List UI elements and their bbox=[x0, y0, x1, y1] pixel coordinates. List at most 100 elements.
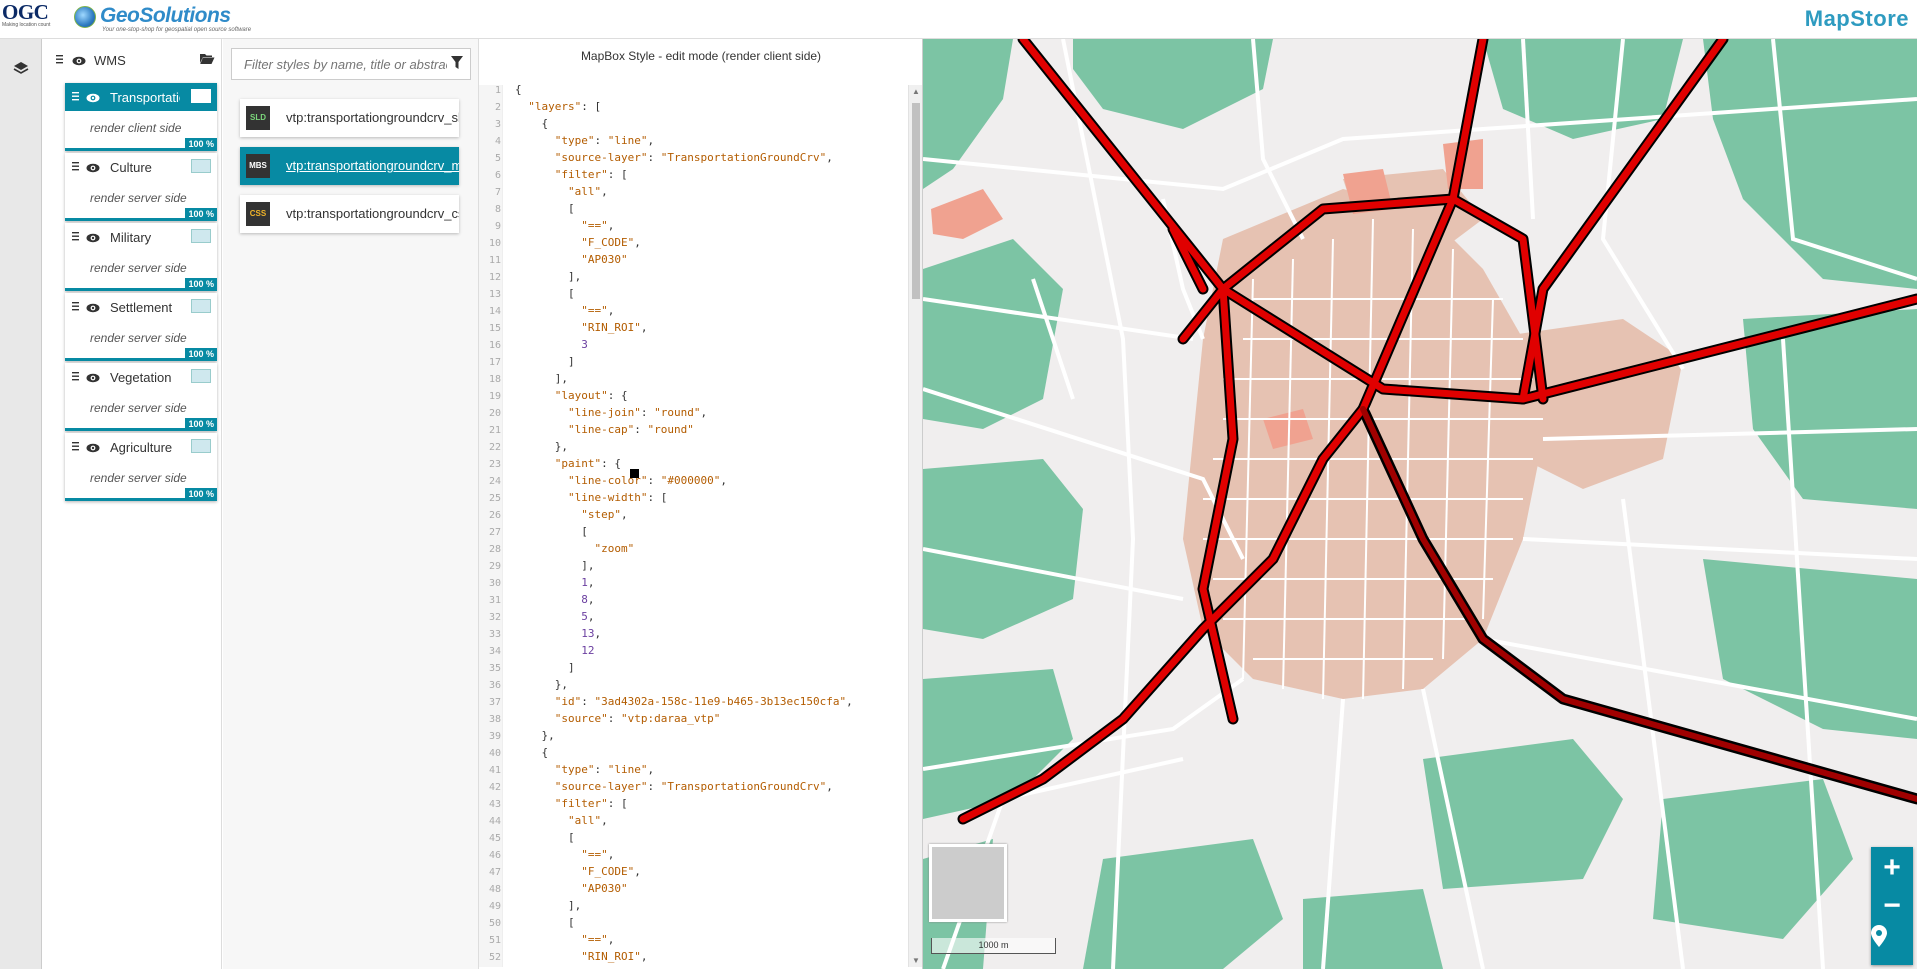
group-wms[interactable]: WMS bbox=[52, 51, 217, 71]
eye-icon[interactable] bbox=[72, 54, 86, 69]
layer-name: Agriculture bbox=[110, 440, 173, 455]
drag-handle-icon[interactable] bbox=[71, 90, 80, 105]
map-canvas[interactable] bbox=[923, 39, 1917, 969]
code-line: 44 "all", bbox=[479, 812, 608, 829]
code-line: 12 ], bbox=[479, 268, 581, 285]
drag-handle-icon[interactable] bbox=[55, 53, 64, 68]
drag-handle-icon[interactable] bbox=[71, 300, 80, 315]
style-name: vtp:transportationgroundcrv_sld bbox=[286, 110, 459, 125]
legend-toggle-icon[interactable] bbox=[191, 229, 211, 243]
opacity-badge: 100 % bbox=[185, 348, 217, 361]
layer-header[interactable]: Vegetation bbox=[65, 363, 217, 391]
layer-header[interactable]: Settlement bbox=[65, 293, 217, 321]
locate-button[interactable] bbox=[1871, 925, 1913, 963]
overview-map[interactable] bbox=[929, 844, 1007, 922]
layer-name: Transportation bbox=[110, 90, 180, 105]
layer-name: Military bbox=[110, 230, 152, 245]
map-viewer[interactable]: 1000 m + − bbox=[923, 39, 1917, 969]
line-number: 38 bbox=[488, 714, 501, 725]
code-line: 11 "AP030" bbox=[479, 251, 628, 268]
code-line: 42 "source-layer": "TransportationGround… bbox=[479, 778, 833, 795]
line-number: 21 bbox=[488, 425, 501, 436]
line-number: 14 bbox=[488, 306, 501, 317]
drag-handle-icon[interactable] bbox=[71, 230, 80, 245]
legend-toggle-icon[interactable] bbox=[191, 159, 211, 173]
zoom-out-button[interactable]: − bbox=[1871, 887, 1913, 925]
code-text: "RIN_ROI", bbox=[581, 950, 648, 963]
eye-icon[interactable] bbox=[86, 301, 100, 316]
layer-node[interactable]: Culture render server side 100 % bbox=[65, 153, 217, 221]
scroll-up-icon[interactable]: ▲ bbox=[912, 87, 920, 96]
eye-icon[interactable] bbox=[86, 91, 100, 106]
line-number: 10 bbox=[488, 238, 501, 249]
filter-icon[interactable] bbox=[450, 55, 464, 76]
line-number: 1 bbox=[494, 85, 501, 96]
line-number: 32 bbox=[488, 612, 501, 623]
style-item[interactable]: SLD vtp:transportationgroundcrv_sld bbox=[240, 99, 459, 137]
line-number: 43 bbox=[488, 799, 501, 810]
code-text: "step", bbox=[581, 508, 628, 521]
code-text: [ bbox=[515, 202, 575, 215]
mapstore-logo: MapStore bbox=[1804, 6, 1909, 31]
style-name: vtp:transportationgroundcrv_css bbox=[286, 206, 459, 221]
layer-header[interactable]: Transportation bbox=[65, 83, 217, 111]
code-line: 49 ], bbox=[479, 897, 581, 914]
eye-icon[interactable] bbox=[86, 231, 100, 246]
legend-toggle-icon[interactable] bbox=[191, 369, 211, 383]
line-number: 44 bbox=[488, 816, 501, 827]
layers-button[interactable] bbox=[10, 57, 32, 79]
layer-header[interactable]: Culture bbox=[65, 153, 217, 181]
layer-node[interactable]: Agriculture render server side 100 % bbox=[65, 433, 217, 501]
code-line: 35 ] bbox=[479, 659, 575, 676]
code-text: ] bbox=[515, 661, 575, 674]
code-area[interactable]: 1{2 "layers": [3 {4 "type": "line", 5 "so… bbox=[479, 85, 909, 967]
zoom-in-button[interactable]: + bbox=[1871, 849, 1913, 887]
eye-icon[interactable] bbox=[86, 161, 100, 176]
line-number: 26 bbox=[488, 510, 501, 521]
geosolutions-tagline: Your one-stop-shop for geospatial open s… bbox=[102, 27, 252, 33]
style-item[interactable]: MBS vtp:transportationgroundcrv_mbs bbox=[240, 147, 459, 185]
legend-toggle-icon[interactable] bbox=[191, 89, 211, 103]
legend-toggle-icon[interactable] bbox=[191, 299, 211, 313]
code-text: [ bbox=[515, 287, 575, 300]
code-text: [ bbox=[515, 831, 575, 844]
layer-render-mode: render server side bbox=[90, 261, 187, 275]
code-text: "source-layer": "TransportationGroundCrv… bbox=[554, 151, 833, 164]
editor-scrollbar[interactable]: ▲ ▼ bbox=[908, 85, 922, 967]
eye-icon[interactable] bbox=[86, 441, 100, 456]
layer-toc: WMS Transportationrender client side100 … bbox=[42, 39, 222, 969]
style-format-icon: CSS bbox=[246, 202, 270, 226]
line-number: 7 bbox=[494, 187, 501, 198]
eye-icon[interactable] bbox=[86, 371, 100, 386]
code-line: 46 "==", bbox=[479, 846, 614, 863]
drag-handle-icon[interactable] bbox=[71, 160, 80, 175]
layer-node[interactable]: Settlement render server side 100 % bbox=[65, 293, 217, 361]
scroll-down-icon[interactable]: ▼ bbox=[912, 956, 920, 965]
layer-node[interactable]: Vegetation render server side 100 % bbox=[65, 363, 217, 431]
layers-icon bbox=[13, 62, 29, 74]
scrollbar-thumb[interactable] bbox=[912, 103, 920, 299]
code-text: ] bbox=[515, 355, 575, 368]
drag-handle-icon[interactable] bbox=[71, 440, 80, 455]
code-line: 52 "RIN_ROI", bbox=[479, 948, 648, 965]
code-text: "F_CODE", bbox=[581, 236, 641, 249]
style-filter-input[interactable] bbox=[232, 49, 447, 79]
line-number: 28 bbox=[488, 544, 501, 555]
code-text: "line-width": [ bbox=[567, 491, 668, 504]
code-text: ], bbox=[515, 899, 582, 912]
style-item[interactable]: CSS vtp:transportationgroundcrv_css bbox=[240, 195, 459, 233]
layer-header[interactable]: Military bbox=[65, 223, 217, 251]
folder-open-icon[interactable] bbox=[199, 52, 215, 68]
code-text: "type": "line", bbox=[554, 134, 655, 147]
layer-header[interactable]: Agriculture bbox=[65, 433, 217, 461]
layer-node[interactable]: Transportation render client side100 % bbox=[65, 83, 217, 151]
drag-handle-icon[interactable] bbox=[71, 370, 80, 385]
line-number: 49 bbox=[488, 901, 501, 912]
code-text: ], bbox=[515, 372, 568, 385]
legend-toggle-icon[interactable] bbox=[191, 439, 211, 453]
map-marker-icon bbox=[1871, 925, 1887, 947]
code-line: 41 "type": "line", bbox=[479, 761, 654, 778]
code-text: "==", bbox=[581, 848, 615, 861]
line-number: 19 bbox=[488, 391, 501, 402]
layer-node[interactable]: Military render server side 100 % bbox=[65, 223, 217, 291]
